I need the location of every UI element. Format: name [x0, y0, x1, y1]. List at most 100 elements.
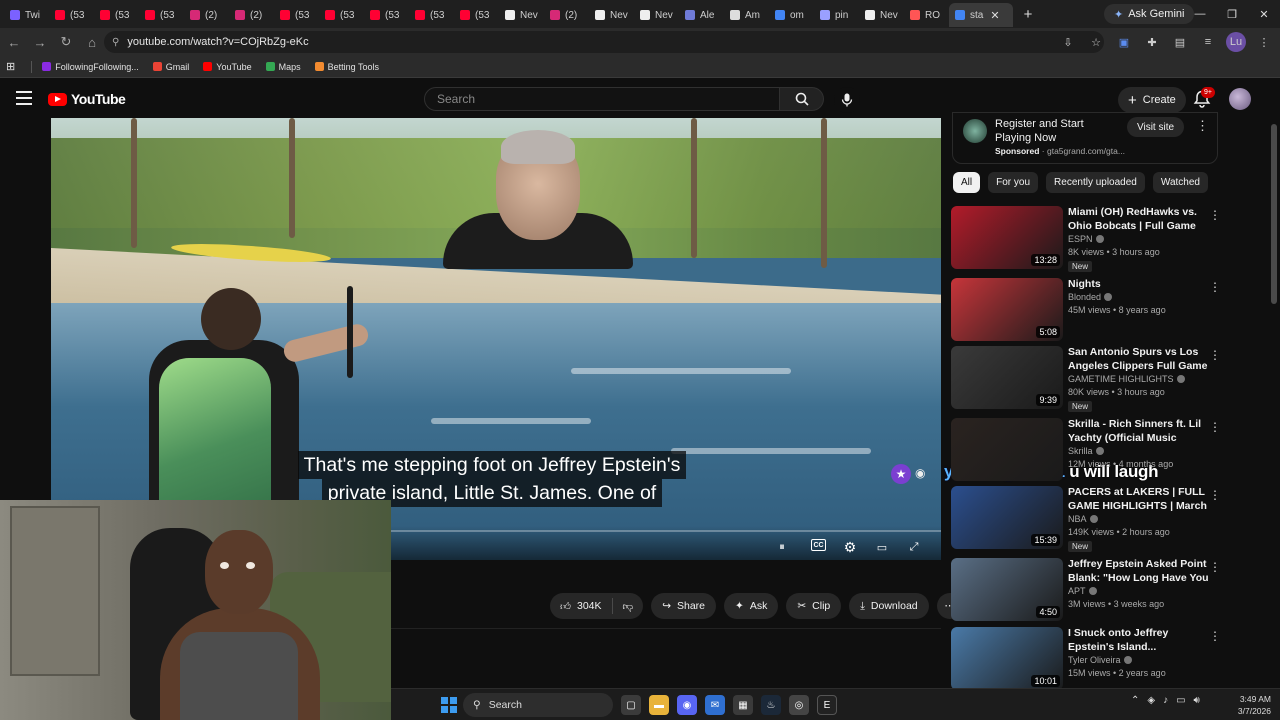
share-button[interactable]: ↪ Share: [651, 593, 717, 619]
home-icon[interactable]: ⌂: [80, 30, 104, 54]
video-more-icon[interactable]: ⋮: [1209, 280, 1221, 294]
tab-close-icon[interactable]: ✕: [990, 9, 999, 22]
steam-icon[interactable]: ♨: [761, 695, 781, 715]
video-thumbnail[interactable]: 5:08: [951, 278, 1063, 341]
browser-tab[interactable]: (53: [364, 3, 409, 27]
channel-name[interactable]: Tyler Oliveira: [1068, 655, 1132, 665]
browser-tab[interactable]: Nev: [499, 3, 544, 27]
browser-tab[interactable]: (53: [94, 3, 139, 27]
store-icon[interactable]: ▦: [733, 695, 753, 715]
epic-games-icon[interactable]: E: [817, 695, 837, 715]
browser-tab[interactable]: Am: [724, 3, 769, 27]
ask-gemini-button[interactable]: ✦ Ask Gemini: [1104, 4, 1195, 24]
recommended-video[interactable]: 13:28 Miami (OH) RedHawks vs. Ohio Bobcat…: [951, 206, 1221, 272]
side-panel-icon[interactable]: ▤: [1170, 32, 1190, 52]
ad-more-icon[interactable]: ⋮: [1196, 118, 1209, 134]
video-thumbnail[interactable]: 4:50: [951, 558, 1063, 621]
dislike-button[interactable]: 👎︎: [613, 593, 644, 619]
search-button[interactable]: [780, 87, 824, 111]
bookmark-item[interactable]: YouTube: [203, 62, 252, 72]
video-title[interactable]: Skrilla - Rich Sinners ft. Lil Yachty (O…: [1068, 418, 1210, 445]
video-title[interactable]: Miami (OH) RedHawks vs. Ohio Bobcats | F…: [1068, 206, 1210, 233]
bookmark-item[interactable]: FollowingFollowing...: [42, 62, 139, 72]
browser-tab[interactable]: (53: [409, 3, 454, 27]
eye-icon[interactable]: ◉: [915, 466, 925, 480]
star-icon[interactable]: ★: [891, 464, 911, 484]
browser-tab[interactable]: (53: [139, 3, 184, 27]
browser-tab[interactable]: sta ✕: [949, 3, 1013, 27]
bookmark-item[interactable]: Maps: [265, 62, 301, 72]
forward-icon[interactable]: →: [28, 30, 52, 54]
video-thumbnail[interactable]: 9:39: [951, 346, 1063, 409]
start-windows-icon[interactable]: [441, 697, 457, 713]
file-explorer-icon[interactable]: ▬: [649, 695, 669, 715]
reading-list-icon[interactable]: ≡: [1198, 32, 1218, 52]
video-title[interactable]: San Antonio Spurs vs Los Angeles Clipper…: [1068, 346, 1210, 373]
tray-chevron-icon[interactable]: ⌃: [1131, 695, 1139, 706]
extension-icon[interactable]: ▣: [1114, 32, 1134, 52]
tray-volume-icon[interactable]: 🔊︎: [1194, 695, 1200, 706]
channel-name[interactable]: Skrilla: [1068, 446, 1104, 456]
url-bar[interactable]: ⚲ youtube.com/watch?v=COjRbZg-eKc: [104, 31, 1104, 53]
profile-avatar[interactable]: Lu: [1226, 32, 1246, 52]
video-more-icon[interactable]: ⋮: [1209, 629, 1221, 643]
video-title[interactable]: I Snuck onto Jeffrey Epstein's Island...: [1068, 627, 1210, 654]
account-avatar[interactable]: [1229, 88, 1251, 110]
channel-name[interactable]: ESPN: [1068, 234, 1104, 244]
restore-icon[interactable]: ❐: [1216, 0, 1248, 28]
bookmark-item[interactable]: Betting Tools: [314, 62, 379, 72]
recommended-video[interactable]: 5:08 Nights Blonded 45M views • 8 years ago…: [951, 278, 1221, 342]
browser-tab[interactable]: (53: [319, 3, 364, 27]
browser-tab[interactable]: (53: [454, 3, 499, 27]
close-window-icon[interactable]: ✕: [1248, 0, 1280, 28]
browser-menu-icon[interactable]: ⋮: [1254, 32, 1274, 52]
taskbar-clock[interactable]: 3:49 AM 3/7/2026: [1227, 693, 1271, 717]
tray-app-icon[interactable]: ◈: [1147, 695, 1155, 706]
clip-button[interactable]: ✂ Clip: [786, 593, 842, 619]
video-title[interactable]: Jeffrey Epstein Asked Point Blank: "How …: [1068, 558, 1210, 585]
browser-tab[interactable]: Nev: [589, 3, 634, 27]
tray-mic-icon[interactable]: ♪: [1163, 695, 1168, 706]
page-scrollbar[interactable]: [1270, 84, 1278, 684]
ask-button[interactable]: ✦ Ask: [724, 593, 779, 619]
video-thumbnail[interactable]: 13:28: [951, 206, 1063, 269]
browser-tab[interactable]: om: [769, 3, 814, 27]
visit-site-button[interactable]: Visit site: [1127, 117, 1185, 137]
recommended-video[interactable]: Skrilla - Rich Sinners ft. Lil Yachty (O…: [951, 418, 1221, 482]
video-title[interactable]: PACERS at LAKERS | FULL GAME HIGHLIGHTS …: [1068, 486, 1210, 513]
channel-name[interactable]: Blonded: [1068, 292, 1113, 302]
search-input[interactable]: Search: [424, 87, 780, 111]
theater-mode-icon[interactable]: ▭: [873, 539, 891, 555]
autoplay-toggle-icon[interactable]: ⏸: [773, 539, 791, 555]
video-more-icon[interactable]: ⋮: [1209, 420, 1221, 434]
fullscreen-icon[interactable]: ⤢: [905, 539, 923, 555]
filter-chip[interactable]: Watched: [1152, 172, 1208, 193]
video-more-icon[interactable]: ⋮: [1209, 208, 1221, 222]
bookmark-star-icon[interactable]: ☆: [1086, 32, 1106, 52]
browser-tab[interactable]: (2): [544, 3, 589, 27]
channel-name[interactable]: APT: [1068, 586, 1097, 596]
menu-icon[interactable]: [16, 91, 32, 105]
discord-icon[interactable]: ◉: [677, 695, 697, 715]
recommended-video[interactable]: 9:39 San Antonio Spurs vs Los Angeles Cli…: [951, 346, 1221, 412]
download-button[interactable]: ⤓ Download: [849, 593, 929, 619]
browser-tab[interactable]: Nev: [634, 3, 679, 27]
filter-chip[interactable]: Recently uploaded: [1046, 172, 1145, 193]
task-view-icon[interactable]: ▢: [621, 695, 641, 715]
new-tab-button[interactable]: +: [1017, 6, 1039, 23]
taskbar-search[interactable]: ⚲ Search: [463, 693, 613, 717]
bookmark-item[interactable]: Gmail: [152, 62, 189, 72]
minimize-icon[interactable]: —: [1184, 0, 1216, 28]
recommended-video[interactable]: 15:39 PACERS at LAKERS | FULL GAME HIGHLI…: [951, 486, 1221, 552]
browser-tab[interactable]: (53: [274, 3, 319, 27]
extensions-puzzle-icon[interactable]: ✚: [1142, 32, 1162, 52]
video-title[interactable]: Nights: [1068, 278, 1210, 292]
voice-search-button[interactable]: [834, 87, 860, 113]
chrome-icon[interactable]: ◎: [789, 695, 809, 715]
outlook-icon[interactable]: ✉: [705, 695, 725, 715]
browser-tab[interactable]: Twi: [4, 3, 49, 27]
channel-name[interactable]: NBA: [1068, 514, 1098, 524]
like-button[interactable]: 👍︎ 304K: [550, 593, 612, 619]
progress-bar[interactable]: [391, 530, 941, 532]
filter-chip[interactable]: All: [953, 172, 981, 193]
